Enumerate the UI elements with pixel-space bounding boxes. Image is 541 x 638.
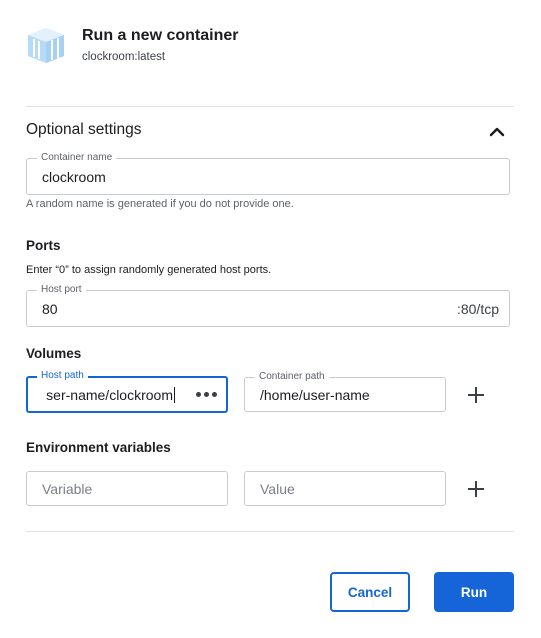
container-image-icon xyxy=(28,28,64,63)
browse-more-icon[interactable] xyxy=(196,378,217,411)
host-port-field[interactable]: Host port 80 :80/tcp xyxy=(26,284,510,327)
divider xyxy=(26,531,514,532)
host-port-value: 80 xyxy=(42,300,58,317)
ports-heading: Ports xyxy=(26,238,61,253)
add-env-plus-icon[interactable] xyxy=(465,478,487,500)
chevron-up-icon[interactable] xyxy=(488,123,506,139)
container-name-field[interactable]: Container name clockroom xyxy=(26,152,510,195)
dialog-title: Run a new container xyxy=(82,27,239,44)
env-value-placeholder: Value xyxy=(260,480,295,497)
text-caret xyxy=(174,386,175,403)
ports-note: Enter “0” to assign randomly generated h… xyxy=(26,264,272,276)
env-variable-input[interactable]: Variable xyxy=(26,471,228,506)
host-path-field[interactable]: Host path ser-name/clockroom xyxy=(26,370,228,413)
env-heading: Environment variables xyxy=(26,440,171,455)
run-button[interactable]: Run xyxy=(434,572,514,612)
container-path-value: /home/user-name xyxy=(260,386,370,403)
container-name-value: clockroom xyxy=(42,168,106,185)
container-port-suffix: :80/tcp xyxy=(456,300,499,317)
optional-settings-title: Optional settings xyxy=(26,121,142,138)
container-name-helper: A random name is generated if you do not… xyxy=(26,198,294,210)
host-path-value: ser-name/clockroom xyxy=(46,386,173,403)
env-variable-placeholder: Variable xyxy=(42,480,93,497)
volumes-heading: Volumes xyxy=(26,346,82,361)
add-volume-plus-icon[interactable] xyxy=(465,384,487,406)
env-value-input[interactable]: Value xyxy=(244,471,446,506)
divider xyxy=(26,106,514,107)
cancel-button[interactable]: Cancel xyxy=(330,572,410,612)
container-path-field[interactable]: Container path /home/user-name xyxy=(244,371,446,412)
image-name: clockroom:latest xyxy=(82,51,166,63)
